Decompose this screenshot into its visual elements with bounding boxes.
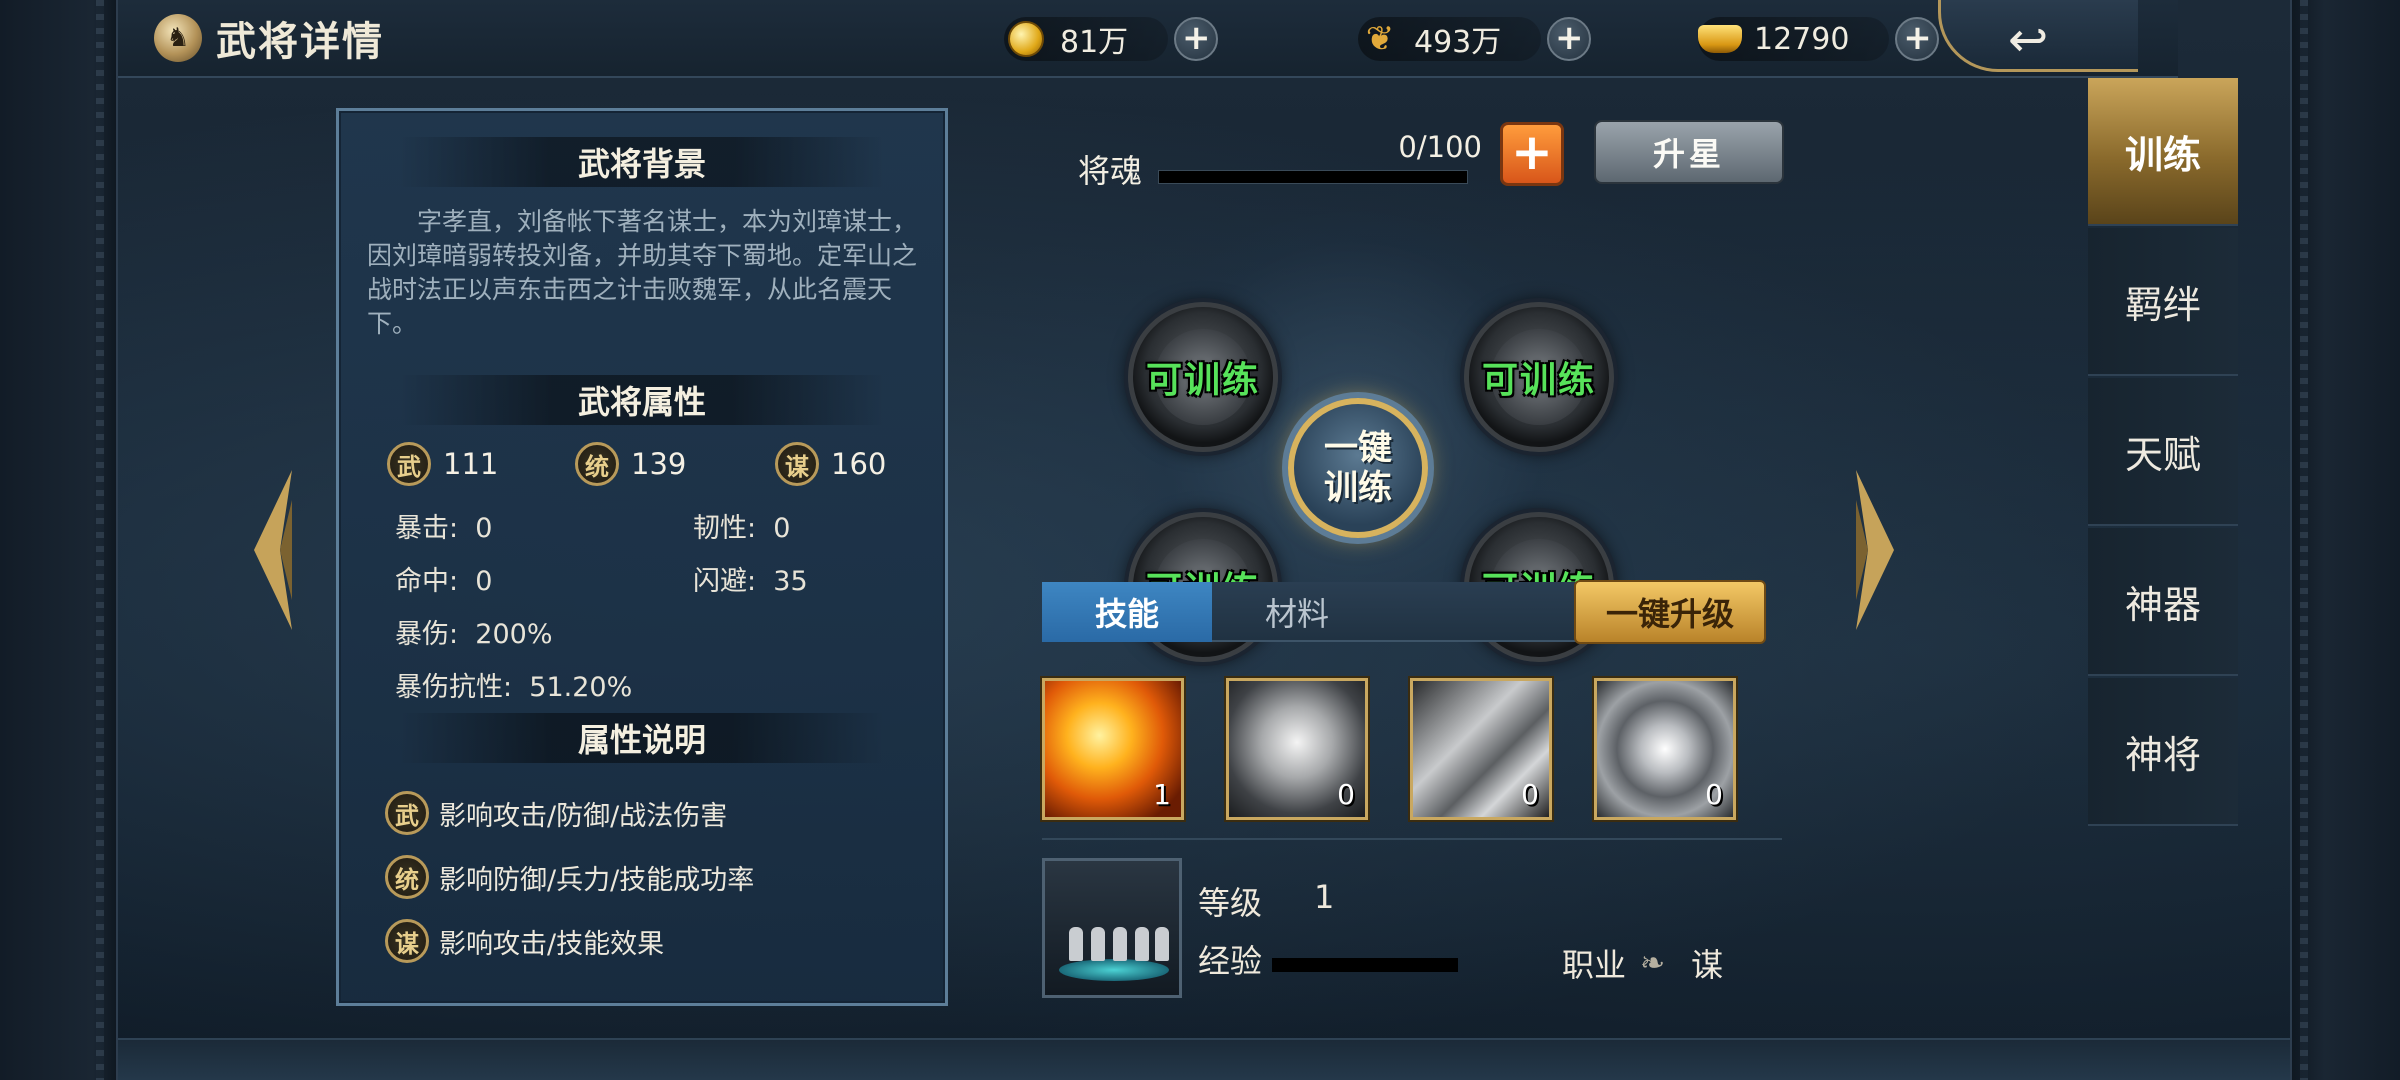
job-value: 谋 xyxy=(1691,946,1724,984)
chevron-right-icon xyxy=(1856,470,1894,630)
crit-damage-stat: 暴伤: 200% xyxy=(395,619,553,650)
skill-level: 0 xyxy=(1705,778,1723,811)
gold-value: 12790 xyxy=(1754,21,1850,57)
strategy-badge-icon: 谋 xyxy=(385,919,429,963)
crit-resist-stat: 暴伤抗性: 51.20% xyxy=(395,672,633,703)
desc-command: 统 影响防御/兵力/技能成功率 xyxy=(385,855,754,899)
skill-slot-4[interactable]: 0 xyxy=(1594,678,1736,820)
skill-slot-3[interactable]: 0 xyxy=(1410,678,1552,820)
back-arrow-icon: ↩ xyxy=(2008,12,2049,68)
train-slot-1[interactable]: 可训练 xyxy=(1128,302,1278,452)
general-helmet-icon: ♞ xyxy=(154,14,202,62)
star-up-button[interactable]: 升星 xyxy=(1594,120,1784,184)
resource-coin: 81万 + xyxy=(1004,14,1219,64)
level-value: 1 xyxy=(1314,878,1335,916)
force-badge-icon: 武 xyxy=(387,442,431,486)
resource-grain: ❦ 493万 + xyxy=(1358,14,1592,64)
command-badge-icon: 统 xyxy=(385,855,429,899)
skill-level: 0 xyxy=(1337,778,1355,811)
resource-coin-pill: 81万 xyxy=(1004,17,1169,61)
one-click-train-button[interactable]: 一键 训练 xyxy=(1288,398,1428,538)
resource-gold-pill: 12790 xyxy=(1698,17,1890,61)
add-grain-button[interactable]: + xyxy=(1547,17,1592,61)
side-tab-train[interactable]: 训练 xyxy=(2088,78,2238,226)
chevron-left-icon xyxy=(254,470,292,630)
tab-materials[interactable]: 材料 xyxy=(1212,582,1382,642)
skill-slot-2[interactable]: 0 xyxy=(1226,678,1368,820)
top-bar: ♞ 武将详情 81万 + ❦ 493万 + 12790 + ↩ xyxy=(118,0,2178,78)
resource-gold: 12790 + xyxy=(1698,14,1940,64)
attr-desc-title: 属性说明 xyxy=(339,713,945,763)
exp-progress-bar xyxy=(1272,958,1458,972)
stat-command: 统 139 xyxy=(575,442,686,486)
right-frame xyxy=(2290,0,2400,1080)
skill-level: 1 xyxy=(1153,778,1171,811)
troop-portrait[interactable] xyxy=(1042,858,1182,998)
side-tab-artifact[interactable]: 神器 xyxy=(2088,528,2238,676)
soul-label: 将魂 xyxy=(1078,152,1143,190)
skill-list: 1 0 0 0 xyxy=(1042,678,1782,826)
resource-grain-pill: ❦ 493万 xyxy=(1358,17,1542,61)
command-badge-icon: 统 xyxy=(575,442,619,486)
job-info: 职业 ❧ 谋 xyxy=(1562,940,1723,986)
force-badge-icon: 武 xyxy=(385,791,429,835)
tab-skills[interactable]: 技能 xyxy=(1042,582,1212,642)
previous-general-button[interactable] xyxy=(246,470,296,630)
feather-icon: ❦ xyxy=(1365,19,1395,59)
skill-level: 0 xyxy=(1521,778,1539,811)
troop-platform xyxy=(1059,959,1169,981)
bio-title: 武将背景 xyxy=(339,137,945,187)
desc-force: 武 影响攻击/防御/战法伤害 xyxy=(385,791,727,835)
title-area: ♞ 武将详情 xyxy=(154,12,384,65)
back-button[interactable]: ↩ xyxy=(1938,0,2138,72)
bio-text: 字孝直，刘备帐下著名谋士，本为刘璋谋士，因刘璋暗弱转投刘备，并助其夺下蜀地。定军… xyxy=(367,207,918,338)
bottom-band xyxy=(118,1038,2290,1080)
general-info-panel: 武将背景 字孝直，刘备帐下著名谋士，本为刘璋谋士，因刘璋暗弱转投刘备，并助其夺下… xyxy=(336,108,948,1006)
skill-material-tabs: 技能 材料 xyxy=(1042,582,1582,642)
dodge-stat: 闪避: 35 xyxy=(693,566,808,597)
page-title: 武将详情 xyxy=(216,19,384,65)
leaf-icon: ❧ xyxy=(1640,945,1666,981)
stat-strategy: 谋 160 xyxy=(775,442,886,486)
strategy-badge-icon: 谋 xyxy=(775,442,819,486)
skill-slot-1[interactable]: 1 xyxy=(1042,678,1184,820)
soul-value: 0/100 xyxy=(1398,130,1482,164)
crit-stat: 暴击: 0 xyxy=(395,513,493,544)
attributes-title: 武将属性 xyxy=(339,375,945,425)
job-label: 职业 xyxy=(1562,946,1627,984)
add-coin-button[interactable]: + xyxy=(1174,17,1219,61)
exp-label: 经验 xyxy=(1198,942,1263,980)
divider xyxy=(1042,838,1782,840)
coin-icon xyxy=(1004,19,1048,59)
one-click-upgrade-button[interactable]: 一键升级 xyxy=(1574,580,1766,644)
stat-force: 武 111 xyxy=(387,442,498,486)
hit-stat: 命中: 0 xyxy=(395,566,493,597)
add-soul-button[interactable]: + xyxy=(1500,122,1564,186)
side-tab-divine-general[interactable]: 神将 xyxy=(2088,678,2238,826)
toughness-stat: 韧性: 0 xyxy=(693,513,791,544)
level-label: 等级 xyxy=(1198,884,1263,922)
grain-value: 493万 xyxy=(1414,25,1502,60)
side-tab-bar: 训练 羁绊 天赋 神器 神将 xyxy=(2088,78,2238,830)
next-general-button[interactable] xyxy=(1852,470,1902,630)
add-gold-button[interactable]: + xyxy=(1895,17,1940,61)
coin-value: 81万 xyxy=(1060,25,1129,60)
side-tab-bond[interactable]: 羁绊 xyxy=(2088,228,2238,376)
ingot-icon xyxy=(1698,19,1742,59)
side-tab-talent[interactable]: 天赋 xyxy=(2088,378,2238,526)
soul-progress-bar xyxy=(1158,170,1468,184)
left-frame xyxy=(0,0,118,1080)
training-panel: 将魂 0/100 + 升星 可训练 可训练 可训练 可训练 一键训练 技能 材料… xyxy=(982,102,1812,1002)
desc-strategy: 谋 影响攻击/技能效果 xyxy=(385,919,664,963)
train-slot-2[interactable]: 可训练 xyxy=(1464,302,1614,452)
